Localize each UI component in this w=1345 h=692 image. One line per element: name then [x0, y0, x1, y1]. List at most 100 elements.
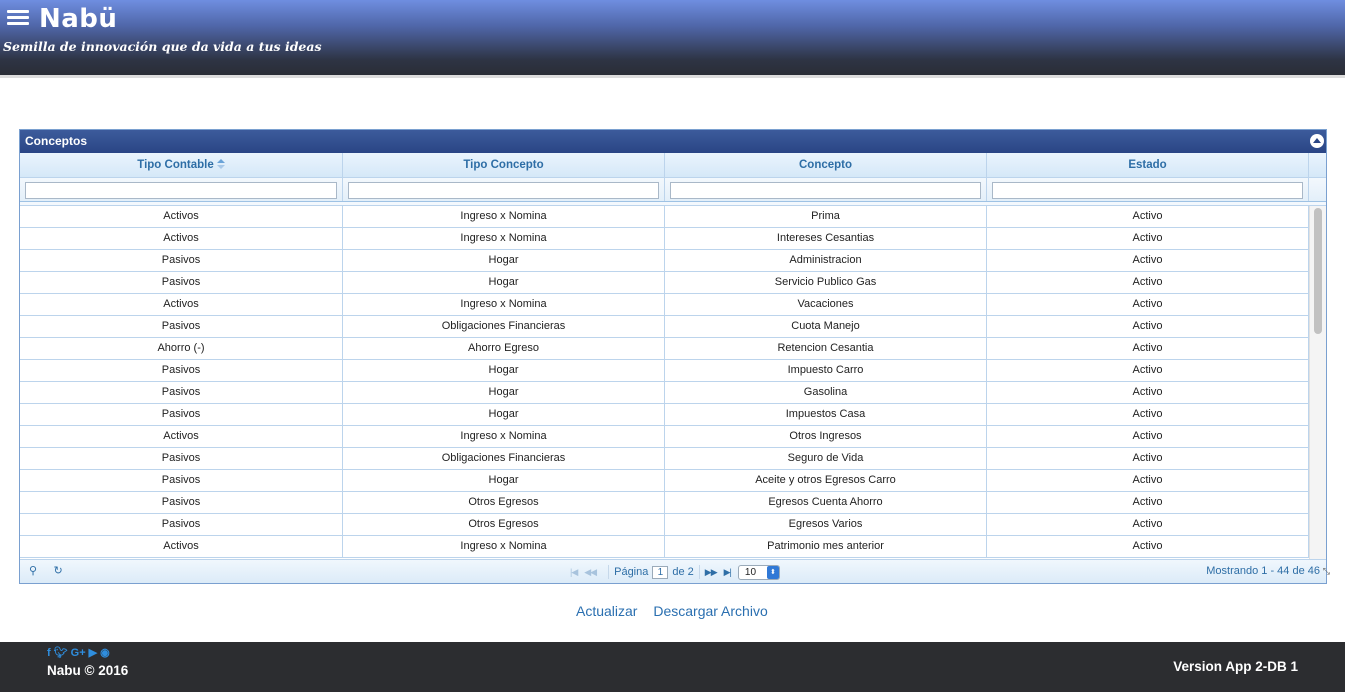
table-row[interactable]: Activos Ingreso x Nomina Prima Activo: [20, 206, 1326, 228]
table-cell: Hogar: [343, 470, 665, 491]
table-cell: Activo: [987, 470, 1309, 491]
table-row[interactable]: Pasivos Hogar Servicio Publico Gas Activo: [20, 272, 1326, 294]
table-cell: Activo: [987, 426, 1309, 447]
table-cell: Pasivos: [20, 448, 343, 469]
table-cell: Activos: [20, 206, 343, 227]
page-label: Página: [614, 566, 649, 578]
table-cell: Hogar: [343, 360, 665, 381]
download-file-link[interactable]: Descargar Archivo: [653, 603, 767, 619]
table-cell: Pasivos: [20, 492, 343, 513]
table-row[interactable]: Activos Ingreso x Nomina Vacaciones Activo: [20, 294, 1326, 316]
last-page-icon[interactable]: ▶|: [724, 567, 732, 578]
table-cell: Pasivos: [20, 470, 343, 491]
table-cell: Ingreso x Nomina: [343, 426, 665, 447]
hamburger-menu-icon[interactable]: [7, 10, 29, 26]
github-icon[interactable]: ◉: [100, 647, 110, 659]
table-row[interactable]: Pasivos Hogar Administracion Activo: [20, 250, 1326, 272]
table-cell: Ingreso x Nomina: [343, 206, 665, 227]
filter-input-tipo-concepto[interactable]: [348, 181, 659, 199]
sort-icon[interactable]: [216, 159, 225, 169]
table-row[interactable]: Pasivos Hogar Aceite y otros Egresos Carro…: [20, 470, 1326, 492]
table-row[interactable]: Activos Ingreso x Nomina Intereses Cesanti…: [20, 228, 1326, 250]
filter-input-tipo-contable[interactable]: [25, 181, 337, 199]
table-row[interactable]: Ahorro (-) Ahorro Egreso Retencion Cesanti…: [20, 338, 1326, 360]
table-row[interactable]: Pasivos Otros Egresos Egresos Cuenta Ahorr…: [20, 492, 1326, 514]
table-cell: Seguro de Vida: [665, 448, 987, 469]
table-row[interactable]: Pasivos Hogar Gasolina Activo: [20, 382, 1326, 404]
table-cell: Otros Egresos: [343, 492, 665, 513]
table-row[interactable]: Activos Ingreso x Nomina Otros Ingresos Act…: [20, 426, 1326, 448]
table-cell: Activos: [20, 536, 343, 557]
refresh-icon[interactable]: ↻: [52, 565, 64, 577]
collapse-icon[interactable]: [1310, 134, 1324, 148]
twitter-icon[interactable]: 🐦︎: [54, 647, 68, 659]
filter-input-estado[interactable]: [992, 181, 1303, 199]
grid-title-bar: Conceptos: [20, 130, 1326, 153]
column-header-row: Tipo Contable Tipo Concepto Concepto Est…: [20, 153, 1326, 178]
column-header-tipo-contable[interactable]: Tipo Contable: [20, 153, 343, 177]
table-cell: Cuota Manejo: [665, 316, 987, 337]
table-cell: Patrimonio mes anterior: [665, 536, 987, 557]
table-cell: Activo: [987, 382, 1309, 403]
resize-grip-icon[interactable]: ⤡: [1323, 566, 1330, 577]
vertical-scrollbar[interactable]: [1309, 206, 1326, 560]
table-cell: Gasolina: [665, 382, 987, 403]
table-cell: Hogar: [343, 250, 665, 271]
table-cell: Pasivos: [20, 316, 343, 337]
facebook-icon[interactable]: f: [47, 647, 51, 659]
table-row[interactable]: Pasivos Hogar Impuesto Carro Activo: [20, 360, 1326, 382]
table-cell: Otros Ingresos: [665, 426, 987, 447]
table-cell: Hogar: [343, 272, 665, 293]
table-cell: Activo: [987, 492, 1309, 513]
table-cell: Obligaciones Financieras: [343, 448, 665, 469]
column-header-estado[interactable]: Estado: [987, 153, 1309, 177]
table-row[interactable]: Pasivos Obligaciones Financieras Cuota Man…: [20, 316, 1326, 338]
app-header: Nabü Semilla de innovación que da vida a…: [0, 0, 1345, 78]
table-cell: Activo: [987, 536, 1309, 557]
table-cell: Administracion: [665, 250, 987, 271]
table-cell: Activo: [987, 316, 1309, 337]
table-cell: Hogar: [343, 404, 665, 425]
copyright-text: Nabu © 2016: [47, 663, 129, 678]
chevron-updown-icon: ⬍: [766, 565, 779, 579]
page-total-label: de 2: [672, 566, 694, 578]
prev-page-icon[interactable]: ◀◀: [584, 567, 597, 578]
grid-pager: ⚲ ↻ |◀ ◀◀ Página 1 de 2 ▶▶ ▶| 10 ⬍ Mostr…: [20, 559, 1330, 583]
table-cell: Activo: [987, 338, 1309, 359]
table-cell: Pasivos: [20, 250, 343, 271]
table-row[interactable]: Pasivos Otros Egresos Egresos Varios Activo: [20, 514, 1326, 536]
table-cell: Prima: [665, 206, 987, 227]
first-page-icon[interactable]: |◀: [570, 567, 578, 578]
table-row[interactable]: Pasivos Hogar Impuestos Casa Activo: [20, 404, 1326, 426]
version-text: Version App 2-DB 1: [1173, 659, 1298, 674]
table-cell: Activos: [20, 426, 343, 447]
table-cell: Activo: [987, 448, 1309, 469]
page-number-input[interactable]: 1: [652, 565, 669, 579]
table-cell: Impuestos Casa: [665, 404, 987, 425]
action-links: Actualizar Descargar Archivo: [576, 603, 780, 619]
table-cell: Activo: [987, 294, 1309, 315]
table-row[interactable]: Pasivos Obligaciones Financieras Seguro de…: [20, 448, 1326, 470]
next-page-icon[interactable]: ▶▶: [705, 567, 718, 578]
table-cell: Activo: [987, 404, 1309, 425]
brand-logo[interactable]: Nabü: [39, 4, 117, 34]
column-header-tipo-concepto[interactable]: Tipo Concepto: [343, 153, 665, 177]
table-cell: Pasivos: [20, 382, 343, 403]
table-cell: Activos: [20, 228, 343, 249]
filter-input-concepto[interactable]: [670, 181, 981, 199]
google-plus-icon[interactable]: G+: [71, 647, 86, 659]
youtube-icon[interactable]: ▶: [89, 647, 97, 659]
rows-per-page-select[interactable]: 10 ⬍: [737, 564, 780, 580]
table-cell: Activo: [987, 228, 1309, 249]
table-cell: Intereses Cesantias: [665, 228, 987, 249]
social-icons: f 🐦︎ G+ ▶ ◉: [47, 647, 110, 659]
refresh-link[interactable]: Actualizar: [576, 603, 637, 619]
search-icon[interactable]: ⚲: [27, 565, 39, 577]
table-cell: Ingreso x Nomina: [343, 536, 665, 557]
table-row[interactable]: Activos Ingreso x Nomina Patrimonio mes an…: [20, 536, 1326, 558]
table-cell: Obligaciones Financieras: [343, 316, 665, 337]
column-header-concepto[interactable]: Concepto: [665, 153, 987, 177]
scrollbar-thumb[interactable]: [1314, 208, 1322, 334]
table-cell: Pasivos: [20, 272, 343, 293]
table-cell: Aceite y otros Egresos Carro: [665, 470, 987, 491]
